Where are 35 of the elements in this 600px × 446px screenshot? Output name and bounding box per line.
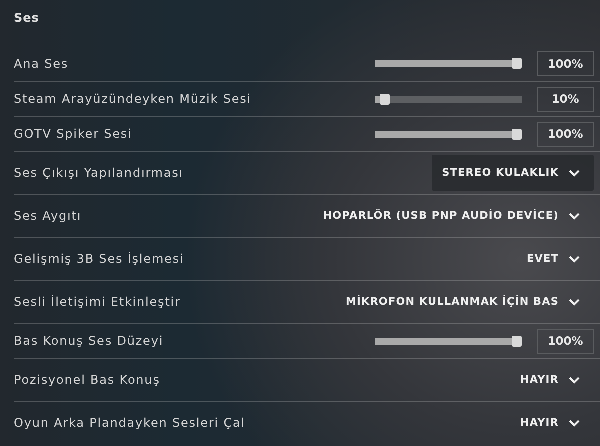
volume-value[interactable]: 100% [537,328,594,354]
setting-label: Bas Konuş Ses Düzeyi [14,334,165,348]
volume-slider[interactable] [375,96,522,102]
setting-label: Oyun Arka Plandayken Sesleri Çal [14,416,246,430]
dropdown[interactable]: MİKROFON KULLANMAK İÇİN BAS [336,284,594,320]
volume-slider[interactable] [375,130,522,138]
volume-slider[interactable] [375,338,522,344]
chevron-down-icon [569,170,580,176]
slider-thumb[interactable] [512,336,522,346]
setting-label: Pozisyonel Bas Konuş [14,373,162,387]
dropdown[interactable]: HAYIR [510,362,594,398]
section-title: Ses [14,11,40,25]
volume-slider[interactable] [375,60,522,67]
slider-thumb[interactable] [512,58,522,69]
setting-label: Ses Çıkışı Yapılandırması [14,166,185,180]
setting-label: Steam Arayüzündeyken Müzik Sesi [14,92,253,106]
dropdown[interactable]: HAYIR [510,405,594,441]
setting-label: Sesli İletişimi Etkinleştir [14,295,182,309]
slider-thumb[interactable] [512,128,522,140]
setting-label: Ses Aygıtı [14,209,83,223]
setting-label: Gelişmiş 3B Ses İşlemesi [14,252,186,266]
dropdown[interactable]: EVET [516,241,594,277]
chevron-down-icon [569,420,580,426]
volume-value[interactable]: 10% [537,86,594,112]
setting-label: GOTV Spiker Sesi [14,127,134,141]
volume-value[interactable]: 100% [537,122,594,146]
chevron-down-icon [569,212,580,220]
volume-value[interactable]: 100% [537,51,594,76]
dropdown[interactable]: STEREO KULAKLIK [432,155,594,191]
chevron-down-icon [569,376,580,384]
setting-label: Ana Ses [14,56,70,70]
slider-thumb[interactable] [380,94,390,104]
chevron-down-icon [569,256,580,262]
dropdown[interactable]: HOPARLÖR (USB PNP AUDİO DEVİCE) [313,198,594,234]
chevron-down-icon [569,298,580,306]
